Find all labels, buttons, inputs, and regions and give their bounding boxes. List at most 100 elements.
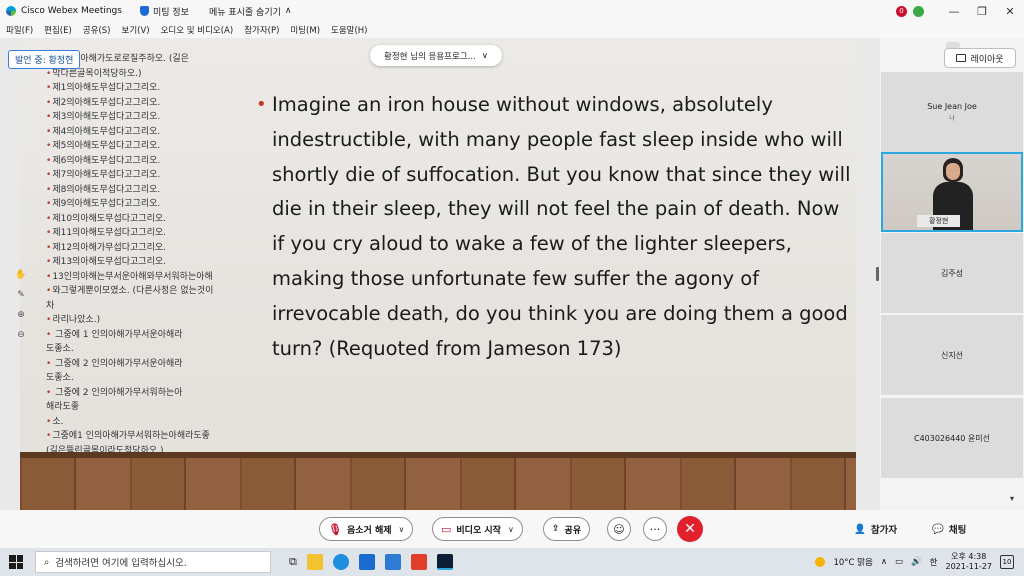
panel-scroll-down-button[interactable]: ▾ — [1010, 494, 1014, 503]
chat-button[interactable]: 💬 채팅 — [932, 522, 967, 537]
zoom-in-icon[interactable]: ⊕ — [17, 310, 25, 320]
menu-audio-video[interactable]: 오디오 및 비디오(A) — [161, 24, 234, 36]
connection-status-icon[interactable] — [913, 5, 924, 17]
slide-left-line: 제13의아해도무섭다고그리오. — [46, 255, 256, 270]
file-explorer-icon[interactable] — [306, 554, 323, 570]
participant-tile[interactable]: Sue Jean Joe 나 — [881, 72, 1023, 152]
panel-resize-handle[interactable] — [876, 267, 879, 281]
taskbar-search-input[interactable]: ⌕ 검색하려면 여기에 입력하십시오. — [35, 551, 271, 573]
slide-left-line: 13인의아해는무서운아해와무서워하는아해 — [46, 270, 256, 285]
shared-content-stage: 13인의아해가도로로질주하오. (길은막다른골목이적당하오.)제1의아해도무섭다… — [0, 38, 880, 510]
slide-left-line: 제8의아해도무섭다고그리오. — [46, 183, 256, 198]
minimize-button[interactable]: — — [940, 5, 968, 18]
close-icon: ✕ — [684, 521, 696, 537]
annotation-toolbar: ✋ ✎ ⊕ ⊖ — [14, 270, 28, 340]
menu-share[interactable]: 공유(S) — [83, 24, 111, 36]
share-button[interactable]: ⇪ 공유 — [543, 517, 591, 541]
participant-tile-video[interactable]: 황정현 — [881, 152, 1023, 232]
participant-self-tag: 나 — [949, 115, 955, 122]
layout-button[interactable]: 레이아웃 — [944, 48, 1016, 68]
menu-edit[interactable]: 편집(E) — [44, 24, 72, 36]
mic-muted-icon: 🎙 — [328, 522, 342, 536]
notification-center-icon[interactable]: 10 — [1000, 555, 1014, 569]
ime-indicator[interactable]: 한 — [930, 556, 938, 568]
title-bar: Cisco Webex Meetings 미팅 정보 메뉴 표시줄 숨기기 ∧ … — [0, 0, 1024, 22]
active-speaker-badge: 발언 중: 황정현 — [8, 50, 81, 69]
slide-left-line: 제9의아해도무섭다고그리오. — [46, 197, 256, 212]
participant-name: 황정현 — [917, 215, 961, 227]
person-icon: 👤 — [854, 523, 866, 535]
participants-label: 참가자 — [870, 525, 898, 536]
taskbar-clock[interactable]: 오후 4:38 2021-11-27 — [946, 552, 993, 572]
more-options-button[interactable]: ··· — [643, 517, 667, 541]
slide-left-line: 제3의아해도무섭다고그리오. — [46, 110, 256, 125]
slide-left-line: 라리나았소.) — [46, 313, 256, 328]
participant-tile[interactable]: C403026440 윤미선 — [881, 398, 1023, 478]
slide-left-line: 제11의아해도무섭다고그리오. — [46, 226, 256, 241]
weather-text[interactable]: 10°C 맑음 — [833, 556, 872, 568]
chevron-down-icon[interactable]: ∨ — [399, 525, 405, 534]
app-title: Cisco Webex Meetings — [21, 6, 122, 16]
slide-left-line: 그중에 2 인의아해가무서워하는아 — [46, 386, 256, 401]
slide-wood-floor — [20, 452, 856, 510]
windows-start-icon[interactable] — [9, 555, 23, 569]
pointer-icon[interactable]: ✋ — [15, 270, 26, 280]
network-icon[interactable]: ▭ — [895, 557, 903, 567]
mail-icon[interactable] — [358, 554, 375, 570]
slide-left-line: 그중에 2 인의아해가무서운아해라 — [46, 357, 256, 372]
slide-left-line: 그중에 1 인의아해가무서운아해라 — [46, 328, 256, 343]
chat-icon: 💬 — [932, 523, 944, 535]
task-view-icon[interactable]: ⧉ — [289, 555, 297, 569]
menu-meeting[interactable]: 미팅(M) — [290, 24, 320, 36]
slide-left-line: 그중에1 인의아해가무서워하는아해라도좋 — [46, 429, 256, 444]
unmute-button[interactable]: 🎙 음소거 해제 ∨ — [319, 517, 414, 541]
leave-meeting-button[interactable]: ✕ — [677, 516, 703, 542]
slide-left-line: 해라도좋 — [46, 402, 80, 412]
edge-browser-icon[interactable] — [332, 554, 349, 570]
chevron-down-icon[interactable]: ∨ — [508, 525, 514, 534]
menu-participants[interactable]: 참가자(P) — [244, 24, 279, 36]
slide-left-line: 제6의아해도무섭다고그리오. — [46, 154, 256, 169]
meeting-info-button[interactable]: 미팅 정보 — [139, 5, 189, 18]
zoom-out-icon[interactable]: ⊖ — [17, 330, 25, 340]
restore-button[interactable]: ❐ — [968, 5, 996, 18]
menu-bar: 파일(F) 편집(E) 공유(S) 보기(V) 오디오 및 비디오(A) 참가자… — [0, 22, 1024, 38]
more-icon: ··· — [649, 522, 661, 536]
webex-taskbar-icon[interactable] — [436, 554, 453, 570]
chevron-up-icon[interactable]: ∧ — [881, 557, 887, 567]
meeting-controls-bar: 🎙 음소거 해제 ∨ ▭ 비디오 시작 ∨ ⇪ 공유 ☺ ··· ✕ 👤 참가자… — [0, 510, 1024, 548]
slide-left-line: 제12의아해가무섭다고그리오. — [46, 241, 256, 256]
chat-label: 채팅 — [948, 525, 967, 536]
windows-taskbar: ⌕ 검색하려면 여기에 입력하십시오. ⧉ 10°C 맑음 ∧ ▭ 🔊 한 오후… — [0, 548, 1024, 576]
recording-badge: 0 — [896, 5, 907, 17]
menu-help[interactable]: 도움말(H) — [331, 24, 367, 36]
menu-file[interactable]: 파일(F) — [6, 24, 33, 36]
participant-name: 신지선 — [940, 350, 964, 360]
start-video-button[interactable]: ▭ 비디오 시작 ∨ — [432, 517, 523, 541]
search-placeholder: 검색하려면 여기에 입력하십시오. — [55, 558, 187, 569]
volume-icon[interactable]: 🔊 — [911, 557, 922, 567]
participant-name: C403026440 윤미선 — [913, 433, 991, 443]
participant-tile[interactable]: 김주성 — [881, 233, 1023, 313]
share-label: 공유 — [564, 525, 582, 536]
menu-view[interactable]: 보기(V) — [122, 24, 150, 36]
slide-left-line: 제2의아해도무섭다고그리오. — [46, 96, 256, 111]
weather-sun-icon[interactable] — [815, 557, 826, 567]
store-icon[interactable] — [384, 554, 401, 570]
sharing-source-dropdown[interactable]: 황정현 님의 응용프로그... ∨ — [370, 45, 502, 66]
slide-left-line: 제10의아해도무섭다고그리오. — [46, 212, 256, 227]
hide-menu-button[interactable]: 메뉴 표시줄 숨기기 ∧ — [209, 5, 292, 18]
system-tray: 10°C 맑음 ∧ ▭ 🔊 한 오후 4:38 2021-11-27 10 — [815, 548, 1024, 576]
unmute-label: 음소거 해제 — [346, 525, 392, 536]
close-window-button[interactable]: ✕ — [996, 5, 1024, 18]
participant-tile[interactable]: 신지선 — [881, 315, 1023, 395]
meeting-info-label: 미팅 정보 — [152, 7, 189, 18]
slide-left-line: 제5의아해도무섭다고그리오. — [46, 139, 256, 154]
office-icon[interactable] — [410, 554, 427, 570]
slide-left-line: 차 — [46, 300, 55, 311]
participants-button[interactable]: 👤 참가자 — [854, 522, 898, 537]
reactions-button[interactable]: ☺ — [607, 517, 631, 541]
annotate-icon[interactable]: ✎ — [17, 290, 25, 300]
sharing-source-label: 황정현 님의 응용프로그... — [384, 51, 476, 62]
search-icon: ⌕ — [44, 556, 50, 568]
